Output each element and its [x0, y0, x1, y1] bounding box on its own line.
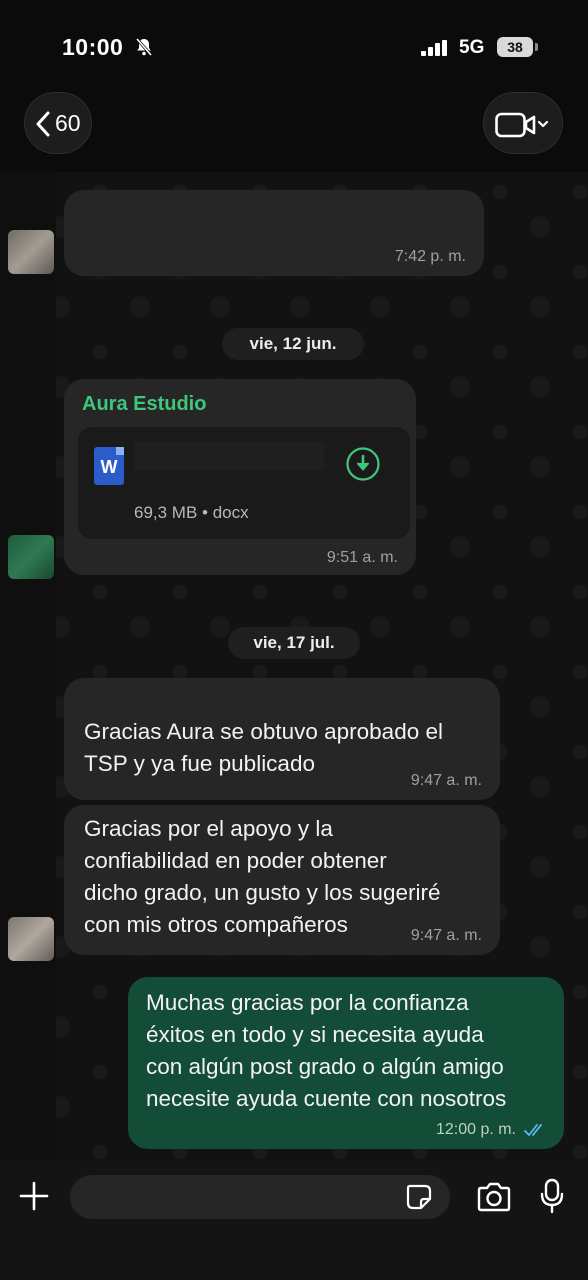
message-time: 7:42 p. m. [394, 248, 466, 265]
avatar[interactable] [8, 535, 54, 579]
sender-name: Aura Estudio [82, 393, 207, 415]
video-call-button[interactable] [483, 92, 563, 154]
battery-level: 38 [497, 37, 533, 57]
message-bubble-document[interactable]: Aura Estudio W 69,3 MB • docx 9:51 a. m. [64, 379, 416, 575]
message-line: éxitos en todo y si necesita ayuda [146, 1022, 484, 1047]
date-separator: vie, 12 jun. [222, 328, 364, 360]
message-line: con mis otros compañeros [84, 912, 348, 937]
camera-icon[interactable] [476, 1182, 512, 1212]
message-bubble-incoming[interactable]: Gracias Aura se obtuvo aprobado el TSP y… [64, 678, 500, 800]
bell-slash-icon [135, 38, 153, 56]
avatar[interactable] [8, 917, 54, 961]
avatar[interactable] [8, 230, 54, 274]
sticker-icon[interactable] [405, 1183, 433, 1211]
message-line: confiabilidad en poder obtener [84, 848, 387, 873]
document-meta: 69,3 MB • docx [134, 503, 249, 522]
double-check-icon [524, 1124, 542, 1136]
message-time: 12:00 p. m. [435, 1121, 516, 1138]
message-bubble-incoming[interactable]: Gracias por el apoyo y la confiabilidad … [64, 805, 500, 955]
word-doc-icon: W [94, 447, 124, 485]
message-text: Gracias por el apoyo y la confiabilidad … [84, 813, 440, 941]
date-separator: vie, 17 jul. [228, 627, 360, 659]
message-time: 9:47 a. m. [410, 772, 482, 789]
document-attachment[interactable]: W 69,3 MB • docx [78, 427, 410, 539]
status-time: 10:00 [62, 34, 124, 60]
video-camera-icon [495, 112, 549, 138]
microphone-icon[interactable] [540, 1178, 564, 1214]
message-text: Muchas gracias por la confianza éxitos e… [146, 987, 506, 1115]
chat-area[interactable]: 7:42 p. m. vie, 12 jun. Aura Estudio W 6… [0, 172, 588, 1160]
message-text: Gracias Aura se obtuvo aprobado el TSP y… [84, 716, 443, 780]
message-line: con algún post grado o algún amigo [146, 1054, 504, 1079]
avatar-strip [0, 172, 56, 1160]
message-line: Muchas gracias por la confianza [146, 990, 469, 1015]
battery-tip [535, 43, 538, 51]
message-line: Gracias por el apoyo y la [84, 816, 333, 841]
message-line: dicho grado, un gusto y los sugeriré [84, 880, 441, 905]
back-button[interactable]: 60 [24, 92, 92, 154]
network-type: 5G [459, 37, 485, 58]
message-line: necesite ayuda cuente con nosotros [146, 1086, 507, 1111]
signal-icon [421, 40, 447, 56]
message-line: Gracias Aura se obtuvo aprobado el [84, 719, 443, 744]
message-line: TSP y ya fue publicado [84, 751, 315, 776]
chat-header: 60 [0, 88, 588, 172]
document-name-redacted [134, 441, 324, 471]
download-icon[interactable] [346, 447, 380, 481]
status-bar: 10:00 5G 38 [0, 0, 588, 95]
unread-count: 60 [55, 110, 81, 136]
message-time: 9:47 a. m. [410, 927, 482, 944]
message-composer [0, 1160, 588, 1280]
message-bubble-outgoing[interactable]: Muchas gracias por la confianza éxitos e… [128, 977, 564, 1149]
plus-icon[interactable] [18, 1180, 50, 1212]
message-time: 9:51 a. m. [326, 549, 398, 566]
message-bubble-incoming[interactable]: 7:42 p. m. [64, 190, 484, 276]
message-input[interactable] [70, 1175, 450, 1219]
chevron-left-icon [36, 111, 50, 137]
